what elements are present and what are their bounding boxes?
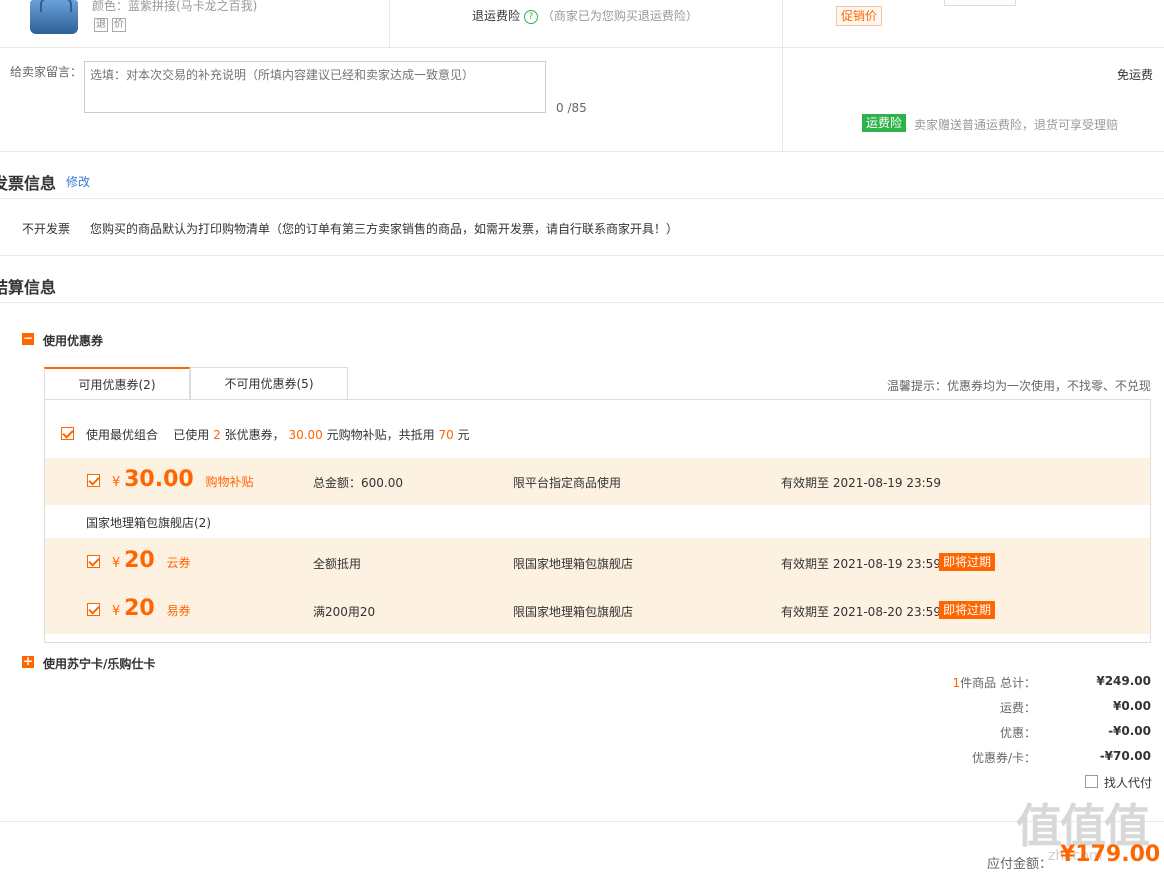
return-insurance-label: 退运费险 [472,9,521,23]
store-name: 国家地理箱包旗舰店(2) [86,516,211,530]
platform-coupon-checkbox[interactable] [87,474,100,487]
platform-coupon-scope: 限平台指定商品使用 [513,476,622,490]
proxy-pay-checkbox[interactable] [1085,775,1098,788]
store-coupon-2-expiry: 有效期至 2021-08-20 23:59 [781,605,941,619]
coupon-yen: ¥ [112,604,121,619]
quantity-box[interactable] [944,0,1016,6]
shipping-insurance-text: 卖家赠送普通运费险，退货可享受理赔 [914,118,1119,132]
items-total-label: 1件商品 总计： [920,674,1036,691]
shipping-fee-value: ¥0.00 [1113,699,1151,713]
store-coupon-2-condition: 满200用20 [313,605,376,619]
invoice-type: 不开发票 [22,222,71,236]
coupon-collapse-icon[interactable]: − [22,332,34,345]
shipping-insurance-badge: 运费险 [862,114,907,132]
platform-coupon-condition: 总金额：600.00 [313,476,403,490]
help-icon[interactable]: ? [523,9,538,24]
message-box [84,61,546,113]
best-combo-label: 使用最优组合 [86,428,159,442]
store-coupon-2-scope: 限国家地理箱包旗舰店 [513,605,634,619]
invoice-edit-link[interactable]: 修改 [66,173,90,190]
coupon-type: 易券 [166,604,191,618]
items-total-value: ¥249.00 [1096,674,1151,688]
coupon-type: 云券 [166,556,191,570]
seller-message-input[interactable] [85,62,545,112]
expiring-badge: 即将过期 [939,553,996,571]
store-coupon-2-value: ¥ 20 易券 [112,596,191,621]
best-combo-mid2: 元购物补贴，共抵用 [326,428,435,442]
tab-unavailable-coupons[interactable]: 不可用优惠券(5) [190,367,348,399]
best-combo-mid1: 张优惠券， [224,428,285,442]
shipping-fee-label: 运费： [999,701,1036,715]
coupon-toggle[interactable]: 使用优惠券 [43,332,103,349]
card-toggle[interactable]: 使用苏宁卡/乐购仕卡 [43,655,155,672]
pay-amount-value: ¥179.00 [1060,842,1161,867]
promo-price-tag: 促销价 [836,6,883,26]
best-combo-checkbox[interactable] [61,427,74,440]
discount-label: 优惠： [999,726,1036,740]
expiring-badge: 即将过期 [939,601,996,619]
card-expand-icon[interactable]: + [22,655,34,668]
return-tag: 退 [94,18,108,32]
items-label: 件商品 总计： [960,676,1036,690]
store-coupon-2-checkbox[interactable] [87,603,100,616]
platform-coupon-value: ¥ 30.00 购物补贴 [112,467,254,492]
settlement-title: 结算信息 [0,278,57,297]
proxy-pay-label[interactable]: 找人代付 [1104,774,1152,791]
coupon-tip: 温馨提示：优惠券均为一次使用，不找零、不兑现 [887,379,1152,393]
price-tag: 价 [112,18,126,32]
product-color: 颜色：蓝紫拼接(马卡龙之百我) [92,0,258,13]
invoice-description: 您购买的商品默认为打印购物清单（您的订单有第三方卖家销售的商品，如需开发票，请自… [90,222,679,236]
store-coupon-1-value: ¥ 20 云券 [112,548,191,573]
store-coupon-1-checkbox[interactable] [87,555,100,568]
discount-value: -¥0.00 [1108,724,1151,738]
best-combo-total: 70 [438,428,454,442]
invoice-title: 发票信息 [0,174,57,193]
coupon-yen: ¥ [112,475,121,490]
shipping-free: 免运费 [1117,68,1154,82]
coupon-amount: 30.00 [124,467,194,492]
best-combo-subsidy: 30.00 [288,428,323,442]
coupon-amount: 20 [124,548,155,573]
product-tags: 退价 [94,16,130,32]
best-combo-count: 2 [213,428,221,442]
message-label: 给卖家留言： [10,65,83,79]
message-counter: 0 /85 [556,101,587,115]
coupon-amount: 20 [124,596,155,621]
store-coupon-1-condition: 全额抵用 [313,557,362,571]
store-coupon-1-expiry: 有效期至 2021-08-19 23:59 [781,557,941,571]
best-combo-prefix: 已使用 [173,428,210,442]
coupon-card-value: -¥70.00 [1099,749,1151,763]
coupon-type: 购物补贴 [205,475,254,489]
coupon-card-label: 优惠券/卡： [971,751,1036,765]
coupon-yen: ¥ [112,556,121,571]
product-thumbnail[interactable] [30,0,78,34]
pay-amount-label: 应付金额： [987,857,1053,872]
best-combo-suffix: 元 [457,428,470,442]
tab-available-coupons[interactable]: 可用优惠券(2) [44,367,190,399]
return-insurance-note: （商家已为您购买退运费险） [541,9,698,23]
platform-coupon-expiry: 有效期至 2021-08-19 23:59 [781,476,941,490]
best-combo-row: 使用最优组合 已使用 2 张优惠券， 30.00 元购物补贴，共抵用 70 元 [86,426,470,443]
return-insurance: 退运费险 ? （商家已为您购买退运费险） [472,7,698,24]
store-coupon-1-scope: 限国家地理箱包旗舰店 [513,557,634,571]
